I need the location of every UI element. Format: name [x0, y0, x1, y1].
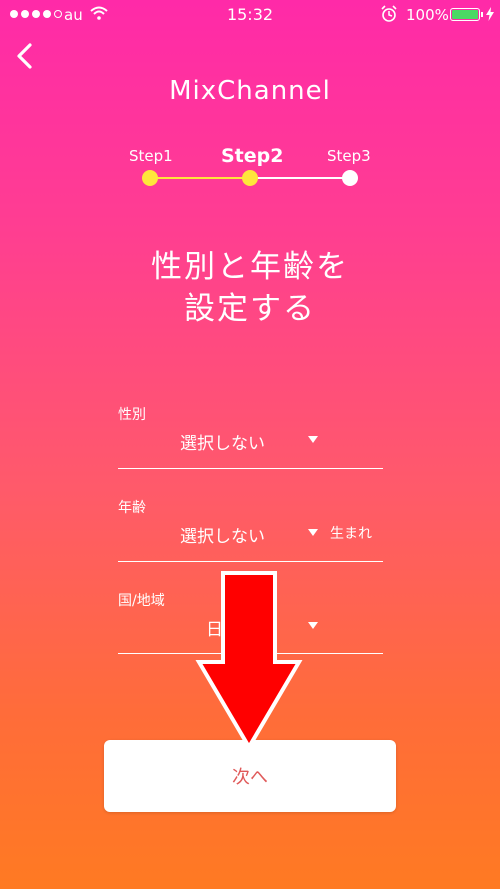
- age-label: 年齢: [118, 500, 146, 516]
- status-bar: au 15:32 100%: [0, 0, 500, 30]
- dropdown-caret-icon: [308, 622, 318, 629]
- gender-label: 性別: [118, 407, 146, 423]
- dropdown-caret-icon: [308, 436, 318, 443]
- gender-underline: [118, 468, 383, 469]
- age-select-value: 選択しない: [180, 527, 265, 547]
- page-title: 性別と年齢を 設定する: [0, 246, 500, 330]
- page-title-line1: 性別と年齢を: [151, 249, 349, 285]
- down-arrow-annotation-icon: [195, 571, 303, 750]
- back-chevron-icon[interactable]: [12, 40, 40, 72]
- battery-icon: [450, 8, 480, 21]
- next-button-label: 次へ: [232, 767, 268, 788]
- step3-dot: [342, 170, 358, 186]
- progress-line-remaining: [250, 177, 350, 179]
- progress-line-completed: [150, 177, 250, 179]
- step2-label: Step2: [221, 145, 284, 167]
- next-button[interactable]: 次へ: [104, 740, 396, 812]
- age-select[interactable]: 選択しない: [118, 519, 323, 559]
- charging-bolt-icon: [486, 7, 494, 21]
- battery-percentage: 100%: [406, 6, 449, 24]
- dropdown-caret-icon: [308, 529, 318, 536]
- gender-select-value: 選択しない: [180, 434, 265, 454]
- gender-select[interactable]: 選択しない: [118, 426, 383, 466]
- step1-dot: [142, 170, 158, 186]
- step2-dot: [242, 170, 258, 186]
- alarm-icon: [381, 5, 397, 22]
- step1-label: Step1: [129, 147, 173, 165]
- battery-tip: [481, 12, 483, 17]
- age-suffix: 生まれ: [330, 526, 372, 542]
- region-label: 国/地域: [118, 593, 165, 609]
- step3-label: Step3: [327, 147, 371, 165]
- app-logo: MixChannel: [169, 76, 331, 106]
- page-title-line2: 設定する: [184, 291, 316, 327]
- age-underline: [118, 561, 383, 562]
